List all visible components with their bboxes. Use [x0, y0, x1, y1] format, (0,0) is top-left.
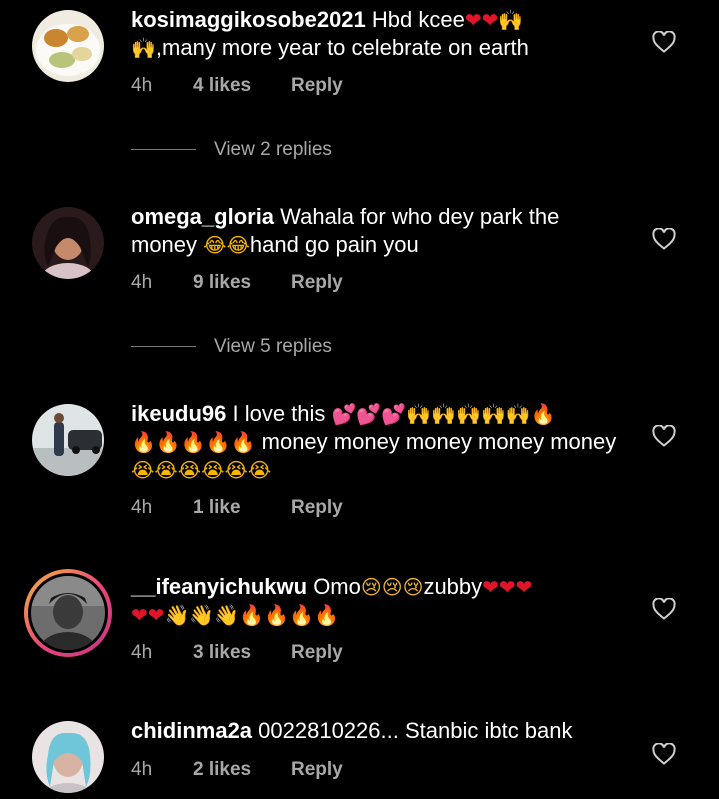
reply-button[interactable]: Reply: [291, 759, 343, 781]
comment-text: kosimaggikosobe2021 Hbd kcee❤❤🙌 🙌,many m…: [131, 7, 529, 60]
raised-hands-emoji: 🙌: [498, 8, 524, 32]
avatar[interactable]: [32, 721, 104, 793]
raised-hands-emoji: 🙌🙌🙌🙌🙌: [406, 402, 531, 426]
comment-text: __ifeanyichukwu Omo😢😢😢zubby❤❤❤ ❤❤👋👋👋🔥🔥🔥🔥: [131, 574, 533, 627]
comment-username[interactable]: ikeudu96: [131, 401, 226, 426]
divider: [131, 149, 196, 151]
comment-text: ikeudu96 I love this 💕💕💕🙌🙌🙌🙌🙌🔥 🔥🔥🔥🔥🔥 mon…: [131, 401, 617, 482]
reply-button[interactable]: Reply: [291, 642, 343, 664]
comment-username[interactable]: chidinma2a: [131, 718, 252, 743]
comment-meta: 4h 4 likes Reply: [131, 75, 343, 97]
two-hearts-emoji: 💕💕💕: [331, 402, 407, 426]
likes-count[interactable]: 9 likes: [193, 272, 291, 294]
comment-username[interactable]: kosimaggikosobe2021: [131, 7, 366, 32]
fire-emoji: 🔥: [530, 402, 556, 426]
heart-outline-icon[interactable]: [652, 425, 676, 447]
avatar: [31, 576, 105, 650]
reply-button[interactable]: Reply: [291, 75, 343, 97]
heart-emoji: ❤❤: [131, 603, 165, 627]
view-replies-button[interactable]: View 2 replies: [131, 139, 332, 161]
comment-time: 4h: [131, 497, 153, 518]
divider: [131, 346, 196, 348]
waving-hand-emoji: 👋👋👋: [164, 603, 240, 627]
comment-time: 4h: [131, 642, 153, 663]
comment-text: chidinma2a 0022810226... Stanbic ibtc ba…: [131, 718, 573, 743]
avatar[interactable]: [32, 404, 104, 476]
comment-username[interactable]: __ifeanyichukwu: [131, 574, 307, 599]
heart-outline-icon[interactable]: [652, 228, 676, 250]
crying-emoji: 😭😭😭😭😭😭: [131, 458, 272, 482]
likes-count[interactable]: 2 likes: [193, 759, 291, 781]
comment-time: 4h: [131, 759, 153, 780]
comment-meta: 4h 3 likes Reply: [131, 642, 343, 664]
heart-outline-icon[interactable]: [652, 598, 676, 620]
view-replies-button[interactable]: View 5 replies: [131, 336, 332, 358]
likes-count[interactable]: 1 like: [193, 497, 291, 519]
tears-of-joy-emoji: 😂😂: [203, 233, 250, 257]
fire-emoji: 🔥🔥🔥🔥🔥: [131, 430, 256, 454]
comment-text: omega_gloria Wahala for who dey park the…: [131, 204, 560, 257]
avatar[interactable]: [32, 10, 104, 82]
raised-hands-emoji: 🙌: [131, 36, 156, 60]
comment-meta: 4h 2 likes Reply: [131, 759, 343, 781]
likes-count[interactable]: 4 likes: [193, 75, 291, 97]
fire-emoji: 🔥🔥🔥🔥: [239, 603, 339, 627]
comment-meta: 4h 9 likes Reply: [131, 272, 343, 294]
likes-count[interactable]: 3 likes: [193, 642, 291, 664]
avatar-story-ring[interactable]: [24, 569, 112, 657]
reply-button[interactable]: Reply: [291, 497, 343, 519]
heart-outline-icon[interactable]: [652, 31, 676, 53]
reply-button[interactable]: Reply: [291, 272, 343, 294]
heart-emoji: ❤❤: [464, 8, 499, 32]
comment-time: 4h: [131, 75, 153, 96]
comment-username[interactable]: omega_gloria: [131, 204, 274, 229]
crying-face-emoji: 😢😢😢: [360, 575, 424, 599]
comment-time: 4h: [131, 272, 153, 293]
heart-emoji: ❤❤❤: [482, 575, 533, 599]
avatar[interactable]: [32, 207, 104, 279]
comment-meta: 4h 1 like Reply: [131, 497, 343, 519]
heart-outline-icon[interactable]: [652, 743, 676, 765]
